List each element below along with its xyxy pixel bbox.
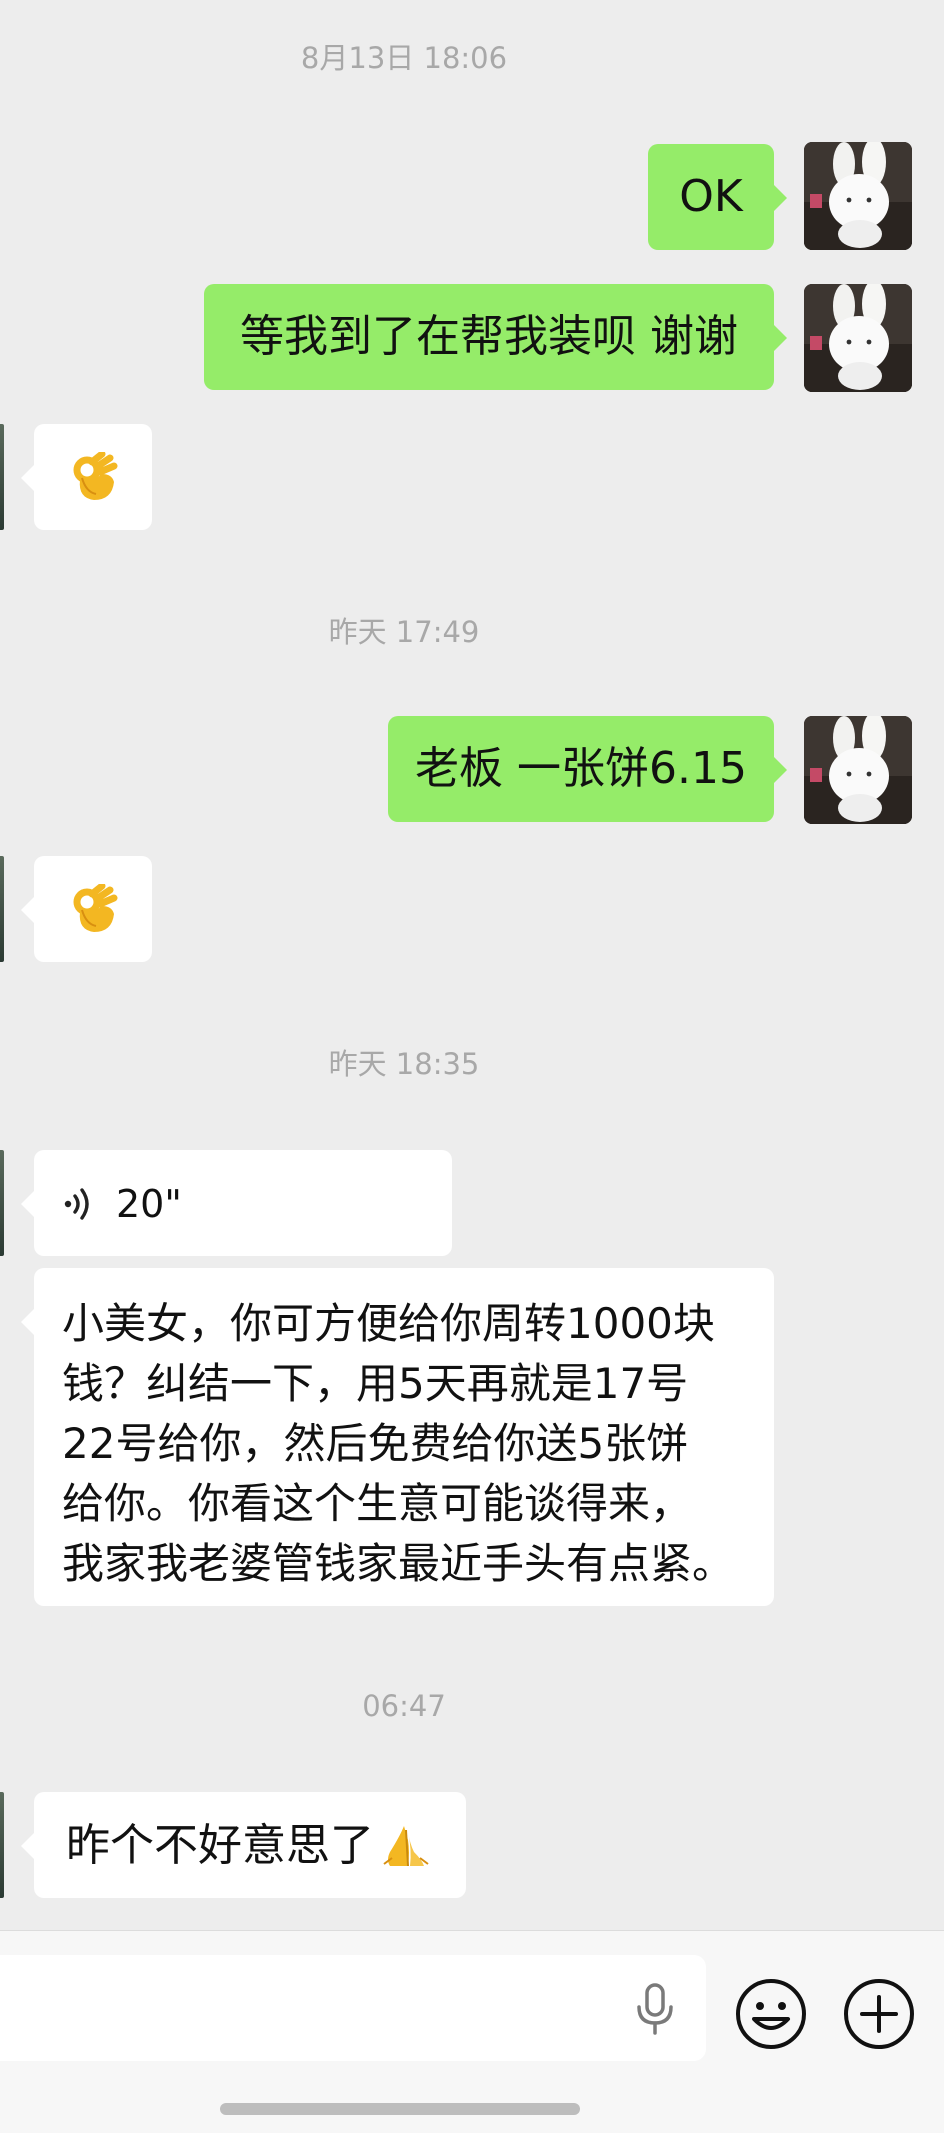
voice-message-bubble[interactable]: 20" bbox=[21, 1150, 452, 1256]
voice-duration: 20" bbox=[116, 1182, 182, 1226]
message-text: 昨个不好意思了 bbox=[66, 1820, 374, 1871]
my-avatar[interactable] bbox=[804, 284, 912, 392]
contact-avatar[interactable] bbox=[0, 1150, 4, 1256]
input-toolbar bbox=[0, 1930, 944, 2133]
my-avatar[interactable] bbox=[804, 716, 912, 824]
timestamp: 06:47 bbox=[362, 1689, 446, 1723]
home-indicator[interactable] bbox=[220, 2103, 580, 2115]
their-message-bubble[interactable] bbox=[21, 424, 152, 530]
my-message-bubble[interactable]: OK bbox=[648, 144, 787, 250]
chat-message-list[interactable]: 8月13日 18:06 OK 等我到了在帮我装呗 谢谢 昨天 17:49 老板 … bbox=[0, 0, 944, 1930]
my-message-bubble[interactable]: 等我到了在帮我装呗 谢谢 bbox=[204, 284, 787, 390]
plus-circle-icon[interactable] bbox=[842, 1977, 916, 2051]
my-message-bubble[interactable]: 老板 一张饼6.15 bbox=[388, 716, 787, 822]
microphone-icon[interactable] bbox=[632, 1983, 678, 2035]
contact-avatar[interactable] bbox=[0, 856, 4, 962]
pray-hands-emoji-icon bbox=[383, 1826, 429, 1867]
message-line: 小美女，你可方便给你周转1000块 bbox=[62, 1299, 715, 1348]
contact-avatar[interactable] bbox=[0, 1792, 4, 1898]
timestamp: 8月13日 18:06 bbox=[300, 41, 508, 75]
contact-avatar[interactable] bbox=[0, 424, 4, 530]
timestamp: 昨天 17:49 bbox=[328, 615, 480, 649]
message-text: 老板 一张饼6.15 bbox=[415, 743, 747, 794]
their-message-bubble[interactable] bbox=[21, 856, 152, 962]
message-text: OK bbox=[679, 171, 743, 222]
message-line: 钱？纠结一下，用5天再就是17号 bbox=[62, 1359, 689, 1408]
message-text: 等我到了在帮我装呗 谢谢 bbox=[240, 311, 738, 362]
voice-wave-icon bbox=[64, 1188, 89, 1220]
message-line: 我家我老婆管钱家最近手头有点紧。 bbox=[62, 1539, 735, 1588]
their-message-bubble[interactable]: 昨个不好意思了 bbox=[21, 1792, 466, 1898]
ok-hand-emoji-icon bbox=[73, 884, 118, 932]
message-input[interactable] bbox=[0, 1955, 706, 2061]
message-line: 22号给你，然后免费给你送5张饼 bbox=[62, 1419, 689, 1468]
timestamp: 昨天 18:35 bbox=[328, 1047, 480, 1081]
emoji-smile-icon[interactable] bbox=[734, 1977, 808, 2051]
my-avatar[interactable] bbox=[804, 142, 912, 250]
message-line: 给你。你看这个生意可能谈得来， bbox=[62, 1479, 693, 1528]
their-message-bubble[interactable]: 小美女，你可方便给你周转1000块 钱？纠结一下，用5天再就是17号 22号给你… bbox=[21, 1268, 774, 1606]
ok-hand-emoji-icon bbox=[73, 452, 118, 500]
